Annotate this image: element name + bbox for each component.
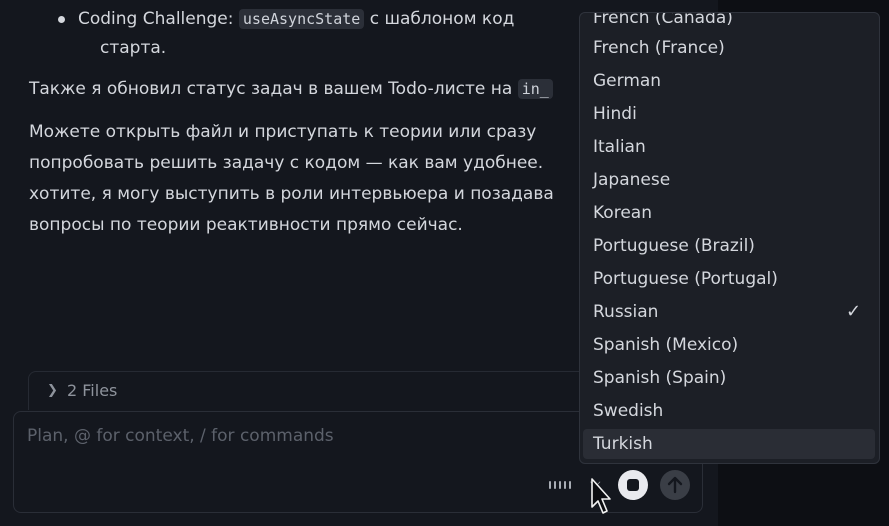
paragraph-line: Можете открыть файл и приступать к теори… xyxy=(29,122,537,142)
arrow-up-icon xyxy=(667,476,683,494)
language-option[interactable]: Spanish (Mexico) xyxy=(583,330,875,360)
status-paragraph: Также я обновил статус задач в вашем Tod… xyxy=(29,78,553,100)
mouse-cursor-icon xyxy=(591,478,611,514)
language-option[interactable]: Japanese xyxy=(583,165,875,195)
paragraph-line: попробовать решить задачу с кодом — как … xyxy=(29,153,544,173)
chevron-right-icon: ❯ xyxy=(47,383,58,398)
paragraph-line: хотите, я могу выступить в роли интервью… xyxy=(29,184,554,204)
language-option[interactable]: German xyxy=(583,66,875,96)
checkmark-icon: ✓ xyxy=(846,301,862,322)
bullet-continuation: старта. xyxy=(100,38,167,58)
language-option[interactable]: Hindi xyxy=(583,99,875,129)
send-button[interactable] xyxy=(660,470,690,500)
list-item: Coding Challenge: useAsyncState с шаблон… xyxy=(58,8,515,30)
language-option[interactable]: Spanish (Spain) xyxy=(583,363,875,393)
stop-icon xyxy=(627,479,639,491)
stop-button[interactable] xyxy=(618,470,648,500)
bullet-text: с шаблоном код xyxy=(369,9,515,29)
language-option[interactable]: Korean xyxy=(583,198,875,228)
inline-code: useAsyncState xyxy=(238,9,365,29)
voice-icon[interactable] xyxy=(548,478,576,492)
language-option-highlighted[interactable]: Turkish xyxy=(583,429,875,459)
bullet xyxy=(58,16,65,23)
paragraph-text: Также я обновил статус задач в вашем Tod… xyxy=(29,79,513,99)
language-option[interactable]: French (France) xyxy=(583,33,875,63)
language-option[interactable]: Italian xyxy=(583,132,875,162)
paragraph-line: вопросы по теории реактивности прямо сей… xyxy=(29,215,463,235)
language-option-selected[interactable]: Russian ✓ xyxy=(583,297,875,327)
language-option[interactable]: Swedish xyxy=(583,396,875,426)
composer-input[interactable]: Plan, @ for context, / for commands xyxy=(27,426,334,446)
suggestion-paragraph: Можете открыть файл и приступать к теори… xyxy=(29,117,554,241)
language-option[interactable]: French (Canada) xyxy=(583,13,875,33)
files-label: 2 Files xyxy=(67,381,118,400)
bullet-label: Coding Challenge: xyxy=(78,9,234,29)
language-dropdown: French (Canada) French (France) German H… xyxy=(579,12,880,464)
inline-code: in_ xyxy=(517,79,553,99)
language-option[interactable]: Portuguese (Brazil) xyxy=(583,231,875,261)
language-option[interactable]: Portuguese (Portugal) xyxy=(583,264,875,294)
